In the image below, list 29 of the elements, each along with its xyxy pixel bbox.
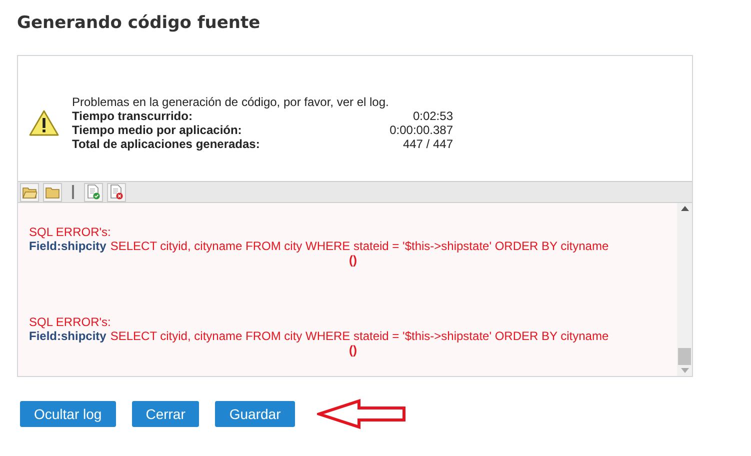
scrollbar-thumb[interactable] xyxy=(678,348,691,365)
page-title: Generando código fuente xyxy=(17,12,260,35)
sql-query: SELECT cityid, cityname FROM city WHERE stateid = '$this->shipstate' ORDER BY cityname xyxy=(110,239,609,253)
error-heading: SQL ERROR's: xyxy=(29,225,111,239)
stat-label: Tiempo medio por aplicación: xyxy=(72,122,242,136)
action-button[interactable]: Ocultar log xyxy=(20,401,116,427)
folder-button[interactable] xyxy=(43,182,62,202)
stat-label: Tiempo transcurrido: xyxy=(72,108,192,122)
stat-value: 0:00:00.387 xyxy=(390,122,453,136)
arrow-icon xyxy=(316,399,407,429)
error-detail: () xyxy=(349,253,357,267)
document-error-button[interactable] xyxy=(107,182,126,202)
scrollbar[interactable] xyxy=(677,203,692,376)
document-check-button[interactable] xyxy=(84,182,103,202)
scroll-up-icon[interactable] xyxy=(680,206,688,211)
open-folder-button[interactable] xyxy=(20,182,39,202)
scroll-down-icon[interactable] xyxy=(680,368,688,373)
field-name: Field:shipcity xyxy=(29,329,106,343)
action-button[interactable]: Cerrar xyxy=(132,401,200,427)
field-name: Field:shipcity xyxy=(29,239,106,253)
status-message: Problemas en la generación de código, por favor, ver el log. xyxy=(72,94,390,108)
error-heading: SQL ERROR's: xyxy=(29,315,111,329)
stat-value: 0:02:53 xyxy=(412,108,453,122)
sql-query: SELECT cityid, cityname FROM city WHERE stateid = '$this->shipstate' ORDER BY cityname xyxy=(110,329,609,343)
warning-icon xyxy=(28,108,60,136)
stat-value: 447 / 447 xyxy=(402,136,453,150)
stat-label: Total de aplicaciones generadas: xyxy=(72,136,260,150)
action-button[interactable]: Guardar xyxy=(215,401,295,427)
error-detail: () xyxy=(349,343,357,357)
